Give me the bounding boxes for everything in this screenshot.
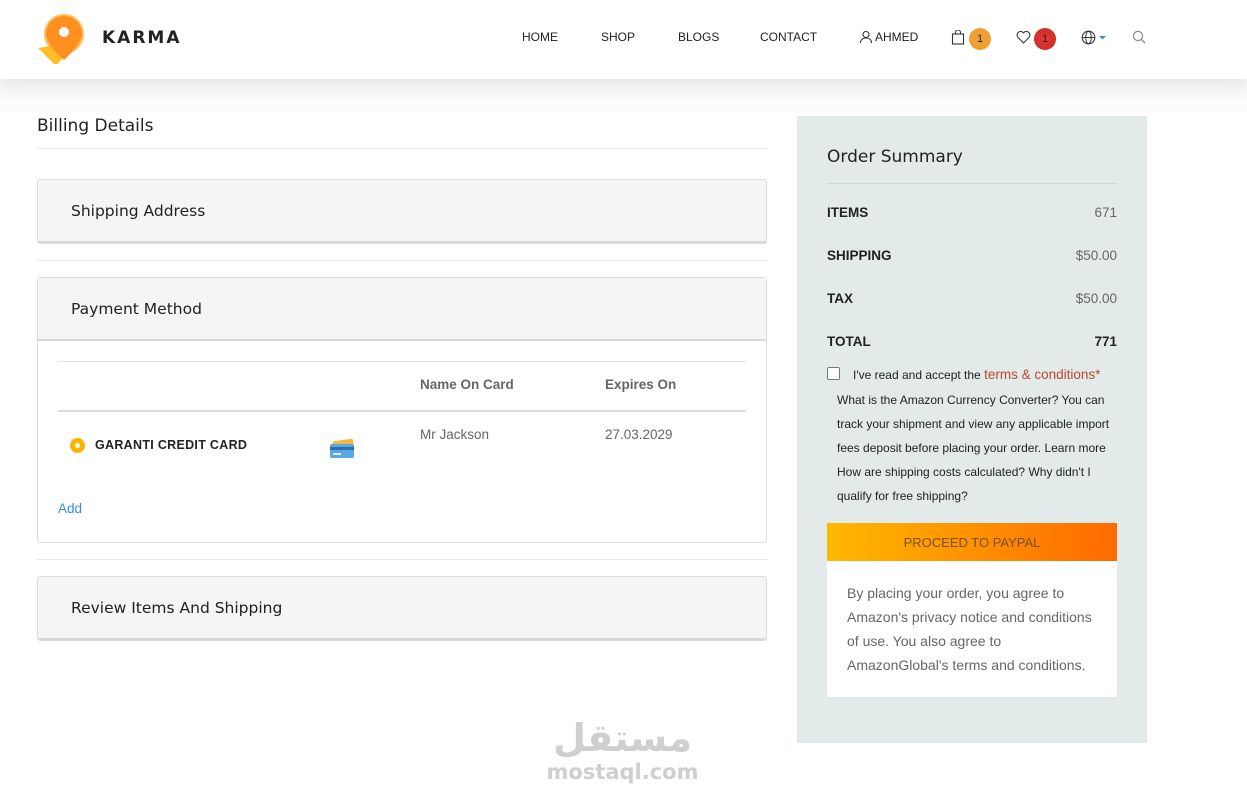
shipping-faq-text: What is the Amazon Currency Converter? Y…	[837, 393, 1110, 503]
terms-link[interactable]: terms & conditions*	[984, 367, 1100, 382]
header-shadow-band	[0, 79, 1247, 119]
heart-icon[interactable]	[1016, 30, 1031, 49]
col-header-name-on-card: Name On Card	[420, 377, 514, 392]
summary-value: 671	[1094, 205, 1117, 220]
cart-count-badge: 1	[969, 28, 991, 50]
summary-value: 771	[1094, 334, 1117, 349]
summary-divider	[827, 183, 1117, 184]
divider	[37, 559, 767, 560]
expires-on-value: 27.03.2029	[605, 427, 673, 442]
divider	[37, 260, 767, 261]
summary-label: SHIPPING	[827, 248, 892, 263]
divider	[37, 148, 767, 149]
main-nav: HOME SHOP BLOGS CONTACT AHMED 1 1	[0, 28, 1247, 50]
table-top-rule	[58, 361, 746, 362]
payment-method-panel: Payment Method Name On Card Expires On G…	[37, 277, 767, 543]
nav-contact[interactable]: CONTACT	[760, 30, 817, 44]
add-card-link[interactable]: Add	[58, 501, 82, 516]
summary-row-shipping: SHIPPING $50.00	[827, 248, 1117, 263]
proceed-to-paypal-button[interactable]: PROCEED TO PAYPAL	[827, 523, 1117, 561]
nav-blogs[interactable]: BLOGS	[678, 30, 719, 44]
table-header-rule	[58, 410, 746, 412]
accept-terms-label: I've read and accept the terms & conditi…	[853, 367, 1100, 382]
payment-method-header[interactable]: Payment Method	[38, 278, 766, 341]
shipping-address-panel: Shipping Address	[37, 179, 767, 244]
summary-label: TOTAL	[827, 334, 871, 349]
site-header: KARMA HOME SHOP BLOGS CONTACT AHMED 1 1	[0, 0, 1247, 79]
card-label: GARANTI CREDIT CARD	[95, 438, 248, 452]
nav-user[interactable]: AHMED	[875, 30, 918, 44]
summary-row-total: TOTAL 771	[827, 334, 1117, 349]
watermark-arabic: مستقل	[553, 716, 692, 760]
watermark: مستقل mostaql.com	[545, 716, 700, 784]
summary-value: $50.00	[1075, 291, 1117, 306]
summary-row-items: ITEMS 671	[827, 205, 1117, 220]
name-on-card-value: Mr Jackson	[420, 427, 490, 442]
accept-terms-checkbox[interactable]	[827, 367, 840, 380]
globe-icon[interactable]	[1081, 30, 1109, 50]
order-agreement-text: By placing your order, you agree to Amaz…	[827, 561, 1117, 697]
card-radio-selected[interactable]	[70, 438, 85, 453]
order-summary: Order Summary ITEMS 671 SHIPPING $50.00 …	[797, 116, 1147, 743]
summary-value: $50.00	[1075, 248, 1117, 263]
order-summary-title: Order Summary	[827, 147, 963, 167]
payment-method-body: Name On Card Expires On GARANTI CREDIT C…	[38, 341, 766, 541]
billing-title: Billing Details	[37, 116, 154, 136]
summary-row-tax: TAX $50.00	[827, 291, 1117, 306]
summary-label: ITEMS	[827, 205, 869, 220]
shipping-address-header[interactable]: Shipping Address	[38, 180, 766, 243]
accept-text: I've read and accept the	[853, 368, 981, 382]
watermark-latin: mostaql.com	[546, 760, 699, 784]
nav-shop[interactable]: SHOP	[601, 30, 635, 44]
wishlist-count-badge: 1	[1034, 28, 1056, 50]
cart-icon[interactable]	[951, 29, 965, 50]
review-items-header[interactable]: Review Items And Shipping	[38, 577, 766, 640]
summary-label: TAX	[827, 291, 853, 306]
user-icon[interactable]	[859, 30, 873, 49]
nav-home[interactable]: HOME	[522, 30, 558, 44]
credit-card-icon	[329, 438, 356, 464]
search-icon[interactable]	[1132, 30, 1146, 49]
col-header-expires-on: Expires On	[605, 377, 677, 392]
review-items-panel: Review Items And Shipping	[37, 576, 767, 641]
